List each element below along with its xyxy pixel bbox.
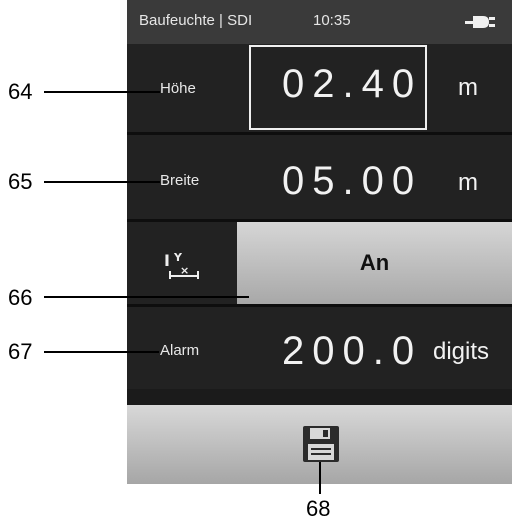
callout-67: 67 xyxy=(8,339,33,364)
callout-68: 68 xyxy=(306,496,331,521)
hoehe-unit: m xyxy=(458,74,478,101)
status-bar: Baufeuchte | SDI 10:35 xyxy=(127,0,512,44)
alarm-unit: digits xyxy=(433,338,490,365)
breite-label: Breite xyxy=(160,172,200,189)
hoehe-label: Höhe xyxy=(160,80,196,97)
svg-text:Y: Y xyxy=(173,251,183,264)
breite-row[interactable]: Breite 05.00 m xyxy=(127,135,512,219)
callout-65: 65 xyxy=(8,169,33,194)
callout-line-68 xyxy=(319,462,321,494)
svg-text:I: I xyxy=(164,251,170,270)
toggle-on-button[interactable]: An xyxy=(237,222,512,304)
plug-icon xyxy=(465,16,495,28)
hoehe-input-frame[interactable] xyxy=(249,45,427,130)
callout-line-65 xyxy=(44,181,160,183)
callout-line-64 xyxy=(44,91,160,93)
callout-66: 66 xyxy=(8,285,33,310)
callout-line-67 xyxy=(44,351,159,353)
device-screen: Baufeuchte | SDI 10:35 Höhe 02.40 m Brei… xyxy=(127,0,512,484)
floppy-disk-icon xyxy=(303,426,339,462)
callout-line-66 xyxy=(44,296,249,298)
breite-unit: m xyxy=(458,169,478,196)
breite-value[interactable]: 05.00 xyxy=(282,159,422,204)
alarm-value[interactable]: 200.0 xyxy=(282,329,422,374)
callout-64: 64 xyxy=(8,79,33,104)
app-title: Baufeuchte | SDI xyxy=(139,12,253,29)
alarm-label: Alarm xyxy=(160,342,200,359)
alarm-row[interactable]: Alarm 200.0 digits xyxy=(127,307,512,389)
dimension-toggle-icon: I Y × xyxy=(164,251,199,279)
clock: 10:35 xyxy=(313,12,351,29)
